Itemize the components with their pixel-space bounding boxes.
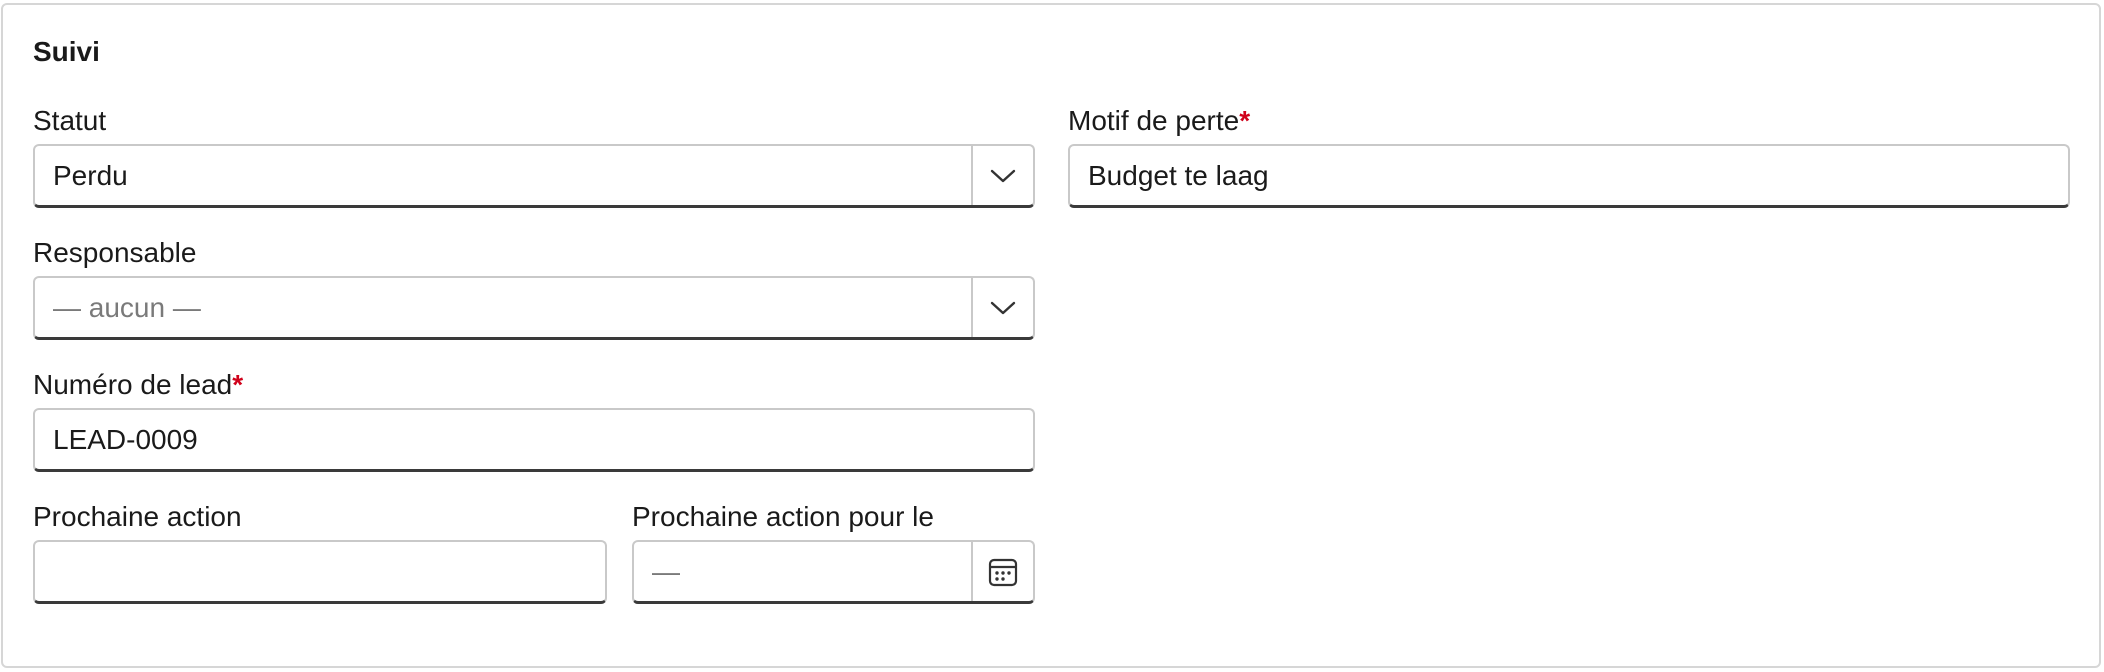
prochaine-action-pour-le-label: Prochaine action pour le [632, 500, 934, 534]
motif-de-perte-label-text: Motif de perte [1068, 105, 1240, 136]
required-mark: * [232, 369, 244, 400]
responsable-placeholder: — aucun — [53, 291, 201, 323]
section-title: Suivi [33, 36, 100, 67]
numero-de-lead-label-text: Numéro de lead [33, 369, 233, 400]
statut-value: Perdu [53, 159, 128, 191]
statut-dropdown-toggle[interactable] [971, 146, 1033, 205]
prochaine-action-field[interactable] [33, 540, 607, 604]
chevron-down-icon [990, 168, 1016, 184]
motif-de-perte-input[interactable]: Budget te laag [1068, 144, 2070, 208]
responsable-dropdown-toggle[interactable] [971, 278, 1033, 337]
responsable-label-text: Responsable [33, 237, 197, 268]
prochaine-action-label-text: Prochaine action [33, 501, 242, 532]
numero-de-lead-value: LEAD-0009 [53, 423, 198, 455]
motif-de-perte-value: Budget te laag [1088, 159, 1269, 191]
prochaine-action-pour-le-label-text: Prochaine action pour le [632, 501, 934, 532]
statut-select[interactable]: Perdu [33, 144, 1035, 208]
prochaine-action-label: Prochaine action [33, 500, 242, 534]
prochaine-action-pour-le-date-input[interactable]: — [632, 540, 1035, 604]
required-mark: * [1239, 105, 1251, 136]
statut-label: Statut [33, 104, 106, 138]
motif-de-perte-label: Motif de perte* [1068, 104, 1250, 138]
chevron-down-icon [990, 300, 1016, 316]
responsable-select[interactable]: — aucun — [33, 276, 1035, 340]
numero-de-lead-label: Numéro de lead* [33, 368, 243, 402]
numero-de-lead-input[interactable]: LEAD-0009 [33, 408, 1035, 472]
prochaine-action-pour-le-placeholder: — [652, 555, 680, 587]
prochaine-action-input[interactable] [35, 542, 605, 601]
calendar-icon [988, 557, 1018, 587]
responsable-label: Responsable [33, 236, 196, 270]
calendar-button[interactable] [971, 542, 1033, 601]
statut-label-text: Statut [33, 105, 107, 136]
